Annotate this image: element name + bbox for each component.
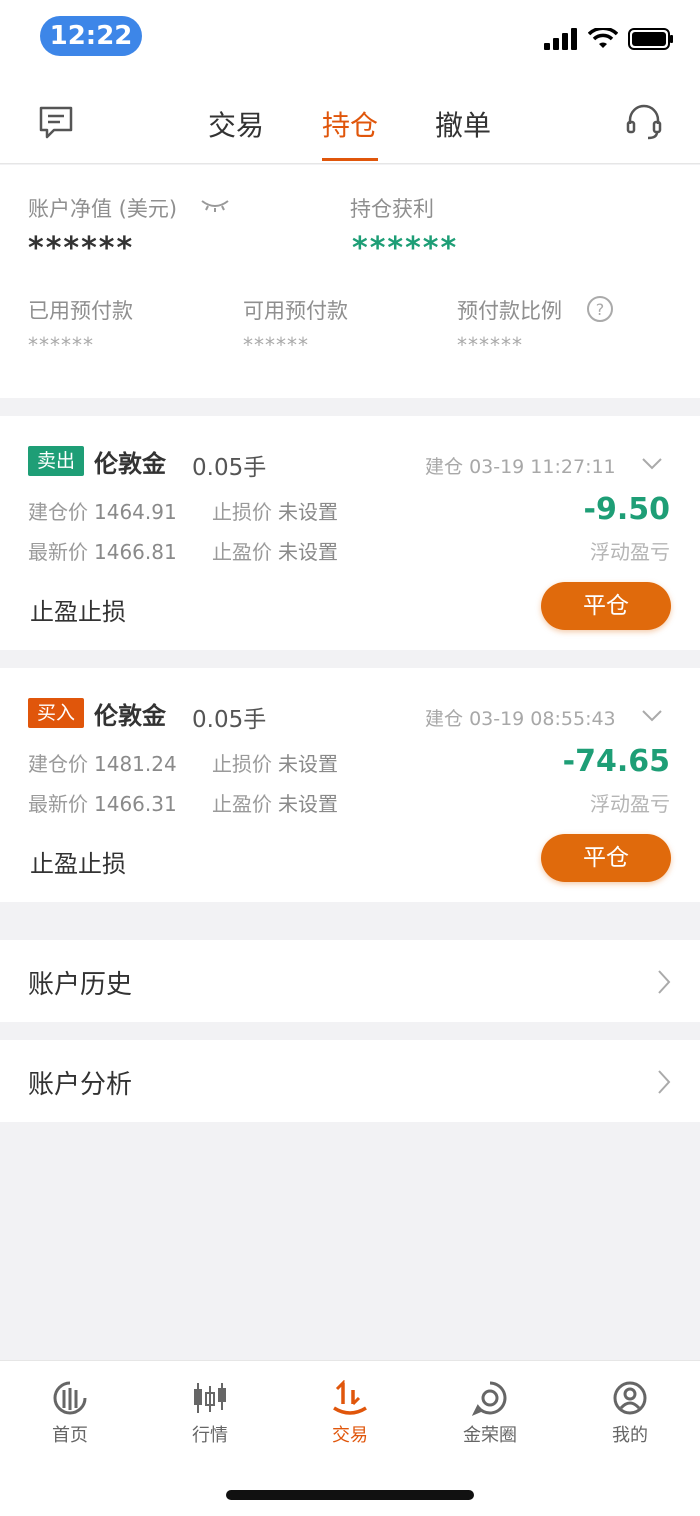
margin-ratio-value: ******: [457, 333, 523, 357]
account-summary: 账户净值 (美元) ****** 持仓获利 ****** 已用预付款 *****…: [0, 165, 700, 398]
chevron-right-icon: [658, 970, 671, 994]
profit-value: ******: [352, 231, 459, 266]
profit-label: 持仓获利: [350, 197, 434, 221]
message-icon[interactable]: [38, 104, 74, 144]
wifi-icon: [588, 28, 618, 48]
tabbar-community[interactable]: 金荣圈: [440, 1379, 540, 1447]
position-card: 买入 伦敦金 0.05手 建仓 03-19 08:55:43 建仓价 1481.2…: [0, 668, 700, 902]
latest-price: 最新价 1466.31: [28, 792, 177, 816]
user-icon: [613, 1381, 647, 1415]
set-sl-tp-link[interactable]: 止盈止损: [30, 844, 126, 879]
top-nav: 交易 持仓 撤单: [0, 80, 700, 164]
tab-positions[interactable]: 持仓: [322, 104, 378, 144]
used-margin-label: 已用预付款: [28, 299, 133, 323]
help-icon[interactable]: ?: [586, 295, 614, 327]
svg-text:?: ?: [596, 300, 605, 319]
customer-service-icon[interactable]: [624, 102, 664, 146]
open-price: 建仓价 1464.91: [28, 500, 177, 524]
margin-ratio-label: 预付款比例: [457, 299, 562, 323]
account-history-label: 账户历史: [28, 970, 133, 1000]
side-badge-sell: 卖出: [28, 446, 84, 476]
set-sl-tp-link[interactable]: 止盈止损: [30, 592, 126, 627]
home-logo-icon: [53, 1381, 87, 1415]
take-profit: 止盈价 未设置: [212, 792, 338, 816]
tab-cancel-orders[interactable]: 撤单: [435, 104, 491, 144]
symbol-name: 伦敦金: [94, 702, 166, 730]
available-margin-label: 可用预付款: [243, 299, 348, 323]
net-value: ******: [28, 231, 135, 266]
open-time: 建仓 03-19 08:55:43: [425, 708, 616, 730]
open-price: 建仓价 1481.24: [28, 752, 177, 776]
tabbar-trade[interactable]: 交易: [300, 1379, 400, 1447]
close-position-button[interactable]: 平仓: [541, 834, 671, 882]
stop-loss: 止损价 未设置: [212, 500, 338, 524]
tabbar-profile[interactable]: 我的: [580, 1379, 680, 1447]
status-time: 12:22: [40, 16, 142, 56]
home-indicator[interactable]: [226, 1490, 474, 1500]
chevron-down-icon[interactable]: [640, 456, 664, 472]
floating-pnl-label: 浮动盈亏: [590, 540, 670, 564]
hide-eye-icon[interactable]: [200, 197, 230, 217]
stop-loss: 止损价 未设置: [212, 752, 338, 776]
symbol-name: 伦敦金: [94, 450, 166, 478]
status-icons: [544, 28, 674, 50]
open-time: 建仓 03-19 11:27:11: [425, 456, 616, 478]
status-bar: 12:22: [0, 0, 700, 80]
account-history-row[interactable]: 账户历史: [0, 940, 700, 1022]
signal-icon: [544, 28, 577, 50]
chevron-right-icon: [658, 1070, 671, 1094]
take-profit: 止盈价 未设置: [212, 540, 338, 564]
floating-pnl-label: 浮动盈亏: [590, 792, 670, 816]
lot-size: 0.05手: [192, 707, 267, 733]
floating-pnl: -9.50: [583, 492, 670, 527]
account-analysis-row[interactable]: 账户分析: [0, 1040, 700, 1122]
account-analysis-label: 账户分析: [28, 1070, 133, 1100]
chevron-down-icon[interactable]: [640, 708, 664, 724]
side-badge-buy: 买入: [28, 698, 84, 728]
tabbar-market[interactable]: 行情: [160, 1379, 260, 1447]
available-margin-value: ******: [243, 333, 309, 357]
position-card: 卖出 伦敦金 0.05手 建仓 03-19 11:27:11 建仓价 1464.9…: [0, 416, 700, 650]
candlestick-icon: [194, 1383, 226, 1413]
lot-size: 0.05手: [192, 455, 267, 481]
tab-trade[interactable]: 交易: [208, 104, 264, 144]
close-position-button[interactable]: 平仓: [541, 582, 671, 630]
floating-pnl: -74.65: [562, 744, 670, 779]
battery-icon: [628, 28, 673, 50]
latest-price: 最新价 1466.81: [28, 540, 177, 564]
active-tab-indicator: [322, 158, 378, 161]
chat-circle-icon: [472, 1381, 507, 1416]
trade-arrows-icon: [333, 1380, 367, 1415]
tabbar-home[interactable]: 首页: [20, 1379, 120, 1447]
used-margin-value: ******: [28, 333, 94, 357]
net-value-label: 账户净值 (美元): [28, 197, 178, 221]
